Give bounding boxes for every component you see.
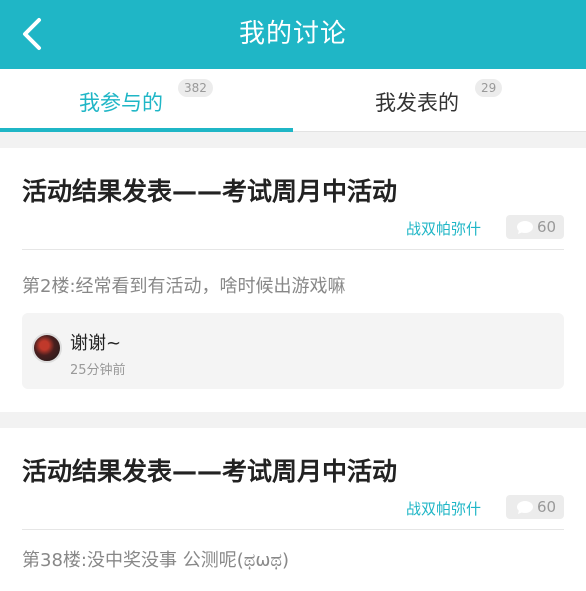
comment-count-badge: 60 bbox=[506, 215, 564, 239]
active-tab-indicator bbox=[0, 128, 293, 132]
speech-bubble-icon bbox=[517, 501, 533, 514]
comment-count: 60 bbox=[537, 498, 557, 516]
sub-reply-time: 25分钟前 bbox=[70, 363, 126, 378]
tab-participated-count-badge: 382 bbox=[178, 79, 213, 97]
my-reply-text[interactable]: 第38楼:没中奖没事 公测呢(ಥωಥ) bbox=[22, 546, 289, 572]
avatar[interactable] bbox=[32, 333, 62, 363]
tab-participated-label: 我参与的 bbox=[79, 91, 163, 115]
sub-reply-box[interactable]: 谢谢~ 25分钟前 bbox=[22, 313, 564, 389]
tab-published-count-badge: 29 bbox=[475, 79, 503, 97]
post-card[interactable]: 活动结果发表——考试周月中活动 战双帕弥什 60 第2楼:经常看到有活动，啥时候… bbox=[0, 148, 586, 412]
post-author[interactable]: 战双帕弥什 bbox=[406, 218, 481, 239]
tab-published-label: 我发表的 bbox=[375, 91, 459, 115]
tab-published[interactable]: 我发表的 29 bbox=[293, 69, 586, 131]
top-app-bar: 我的讨论 bbox=[0, 0, 586, 69]
post-card[interactable]: 活动结果发表——考试周月中活动 战双帕弥什 60 第38楼:没中奖没事 公测呢(… bbox=[0, 428, 586, 591]
tab-bar: 我参与的 382 我发表的 29 bbox=[0, 69, 586, 132]
page-title: 我的讨论 bbox=[238, 19, 347, 49]
divider bbox=[22, 529, 564, 530]
my-reply-text[interactable]: 第2楼:经常看到有活动，啥时候出游戏嘛 bbox=[22, 272, 346, 298]
post-author[interactable]: 战双帕弥什 bbox=[406, 498, 481, 519]
speech-bubble-icon bbox=[517, 221, 533, 234]
post-title[interactable]: 活动结果发表——考试周月中活动 bbox=[22, 452, 397, 488]
tab-participated[interactable]: 我参与的 382 bbox=[0, 69, 293, 132]
comment-count-badge: 60 bbox=[506, 495, 564, 519]
sub-reply-content: 谢谢~ bbox=[70, 333, 122, 354]
comment-count: 60 bbox=[537, 218, 557, 236]
divider bbox=[22, 249, 564, 250]
post-title[interactable]: 活动结果发表——考试周月中活动 bbox=[22, 172, 397, 208]
